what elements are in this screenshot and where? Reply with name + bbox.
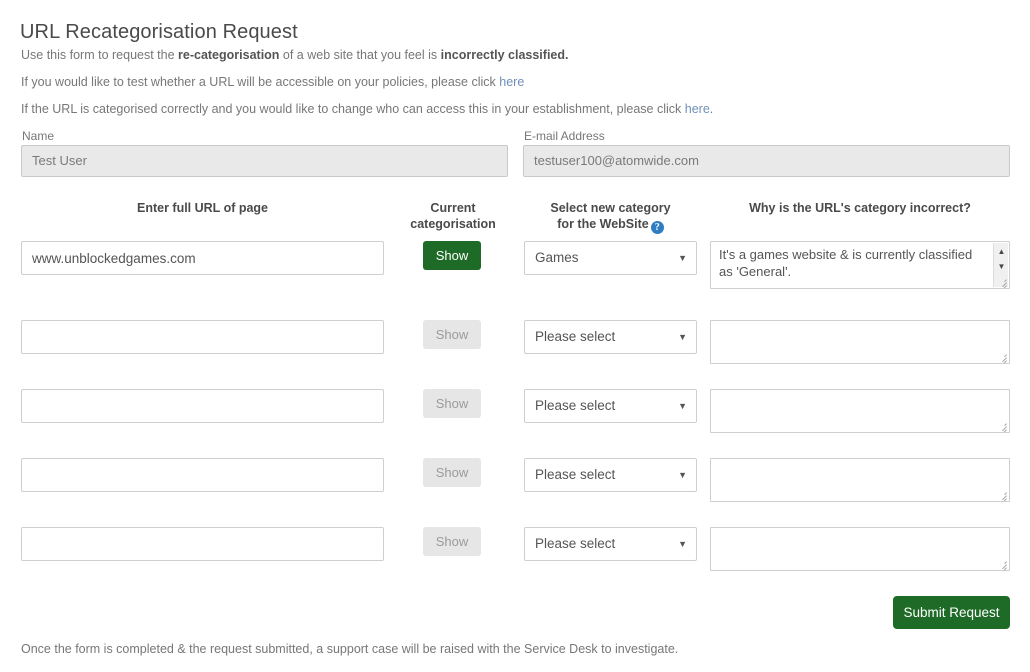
category-select-value: Please select: [535, 536, 615, 551]
submit-request-button[interactable]: Submit Request: [893, 596, 1010, 629]
url-row: Show Please select ▼: [0, 320, 1030, 380]
url-row: Show Please select ▼: [0, 458, 1030, 518]
email-field: testuser100@atomwide.com: [523, 145, 1010, 177]
category-select[interactable]: Please select ▼: [524, 389, 697, 423]
category-select[interactable]: Please select ▼: [524, 458, 697, 492]
reason-textarea[interactable]: It's a games website & is currently clas…: [710, 241, 1010, 289]
show-categorisation-button: Show: [423, 320, 481, 349]
textarea-scrollbar[interactable]: ▲▼: [993, 243, 1008, 287]
column-header-category-line2: for the WebSite?: [524, 217, 697, 234]
chevron-down-icon: ▼: [678, 321, 687, 354]
column-header-current-line1: Current: [390, 201, 516, 217]
intro-line-2: If you would like to test whether a URL …: [21, 75, 524, 90]
url-row: Show Please select ▼: [0, 389, 1030, 449]
page-title: URL Recategorisation Request: [20, 21, 298, 44]
intro-1-text-a: Use this form to request the: [21, 48, 178, 62]
intro-1-bold-recategorisation: re-categorisation: [178, 48, 279, 62]
category-select-value: Please select: [535, 467, 615, 482]
column-header-reason: Why is the URL's category incorrect?: [710, 201, 1010, 217]
name-field: Test User: [21, 145, 508, 177]
url-recategorisation-form-page: URL Recategorisation Request Use this fo…: [0, 0, 1030, 672]
intro-1-text-b: of a web site that you feel is: [279, 48, 440, 62]
show-categorisation-button: Show: [423, 458, 481, 487]
test-url-here-link[interactable]: here: [499, 75, 524, 89]
resize-handle-icon[interactable]: [997, 558, 1008, 569]
url-input[interactable]: [21, 241, 384, 275]
chevron-down-icon: ▼: [678, 390, 687, 423]
footer-note: Once the form is completed & the request…: [21, 642, 678, 656]
category-select-value: Please select: [535, 398, 615, 413]
category-select-value: Games: [535, 250, 579, 265]
column-header-category-line2-text: for the WebSite: [557, 217, 648, 231]
resize-handle-icon[interactable]: [997, 351, 1008, 362]
column-header-current-line2: categorisation: [390, 217, 516, 233]
show-categorisation-button: Show: [423, 389, 481, 418]
reason-textarea[interactable]: [710, 527, 1010, 571]
url-input[interactable]: [21, 389, 384, 423]
scroll-up-icon[interactable]: ▲: [994, 245, 1009, 258]
category-select[interactable]: Please select ▼: [524, 527, 697, 561]
url-input[interactable]: [21, 320, 384, 354]
chevron-down-icon: ▼: [678, 459, 687, 492]
reason-textarea[interactable]: [710, 389, 1010, 433]
category-select-value: Please select: [535, 329, 615, 344]
intro-line-3: If the URL is categorised correctly and …: [21, 102, 713, 117]
column-header-url: Enter full URL of page: [21, 201, 384, 217]
reason-textarea[interactable]: [710, 320, 1010, 364]
change-access-here-link[interactable]: here: [685, 102, 710, 116]
chevron-down-icon: ▼: [678, 242, 687, 275]
show-categorisation-button[interactable]: Show: [423, 241, 481, 270]
category-select[interactable]: Please select ▼: [524, 320, 697, 354]
show-categorisation-button: Show: [423, 527, 481, 556]
email-label: E-mail Address: [524, 129, 605, 143]
reason-textarea-value: It's a games website & is currently clas…: [719, 247, 972, 279]
url-input[interactable]: [21, 527, 384, 561]
resize-handle-icon[interactable]: [997, 489, 1008, 500]
help-icon[interactable]: ?: [651, 221, 664, 234]
column-header-select-category: Select new category for the WebSite?: [524, 201, 697, 234]
intro-line-1: Use this form to request the re-categori…: [21, 48, 568, 63]
url-row: Show Games ▼ It's a games website & is curr…: [0, 241, 1030, 301]
url-row: Show Please select ▼: [0, 527, 1030, 587]
intro-3-text: If the URL is categorised correctly and …: [21, 102, 685, 116]
column-header-current-categorisation: Current categorisation: [390, 201, 516, 232]
column-header-category-line1: Select new category: [524, 201, 697, 217]
resize-handle-icon[interactable]: [997, 420, 1008, 431]
intro-3-period: .: [710, 102, 713, 116]
scroll-down-icon[interactable]: ▼: [994, 260, 1009, 273]
url-input[interactable]: [21, 458, 384, 492]
intro-1-bold-incorrectly-classified: incorrectly classified.: [441, 48, 569, 62]
category-select[interactable]: Games ▼: [524, 241, 697, 275]
chevron-down-icon: ▼: [678, 528, 687, 561]
name-label: Name: [22, 129, 54, 143]
reason-textarea[interactable]: [710, 458, 1010, 502]
intro-2-text: If you would like to test whether a URL …: [21, 75, 499, 89]
